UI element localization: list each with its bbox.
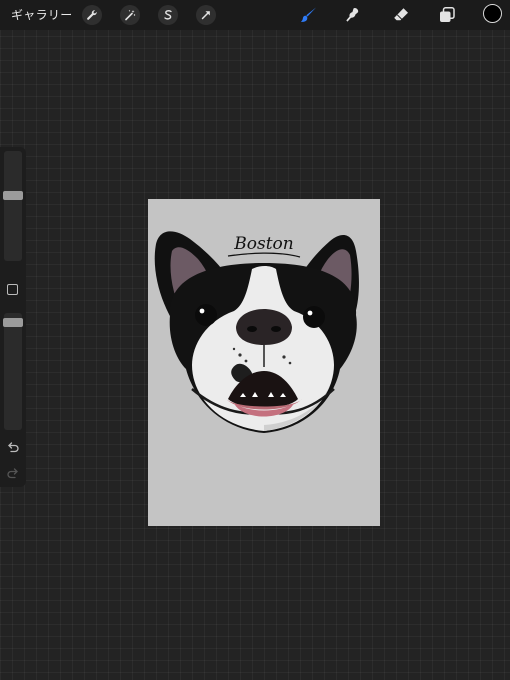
selection-s-icon[interactable] <box>158 5 178 25</box>
arrow-cursor-icon[interactable] <box>196 5 216 25</box>
wrench-icon[interactable] <box>82 5 102 25</box>
brush-size-slider[interactable] <box>3 151 23 261</box>
brush-size-handle[interactable] <box>3 191 23 201</box>
boston-terrier-illustration <box>154 231 359 433</box>
eraser-icon[interactable] <box>391 5 411 25</box>
sidebar <box>0 147 26 487</box>
top-toolbar: ギャラリー <box>0 0 510 30</box>
redo-icon[interactable] <box>6 466 20 480</box>
color-picker-swatch[interactable] <box>483 4 502 23</box>
drawing-canvas[interactable]: Boston <box>148 199 380 526</box>
modify-button[interactable] <box>7 284 18 295</box>
opacity-slider[interactable] <box>3 313 23 430</box>
brush-icon[interactable] <box>299 5 319 25</box>
opacity-handle[interactable] <box>3 318 23 328</box>
layers-icon[interactable] <box>437 5 457 25</box>
undo-icon[interactable] <box>6 440 20 454</box>
magic-wand-icon[interactable] <box>120 5 140 25</box>
gallery-button[interactable]: ギャラリー <box>11 7 73 23</box>
smudge-icon[interactable] <box>343 5 363 25</box>
